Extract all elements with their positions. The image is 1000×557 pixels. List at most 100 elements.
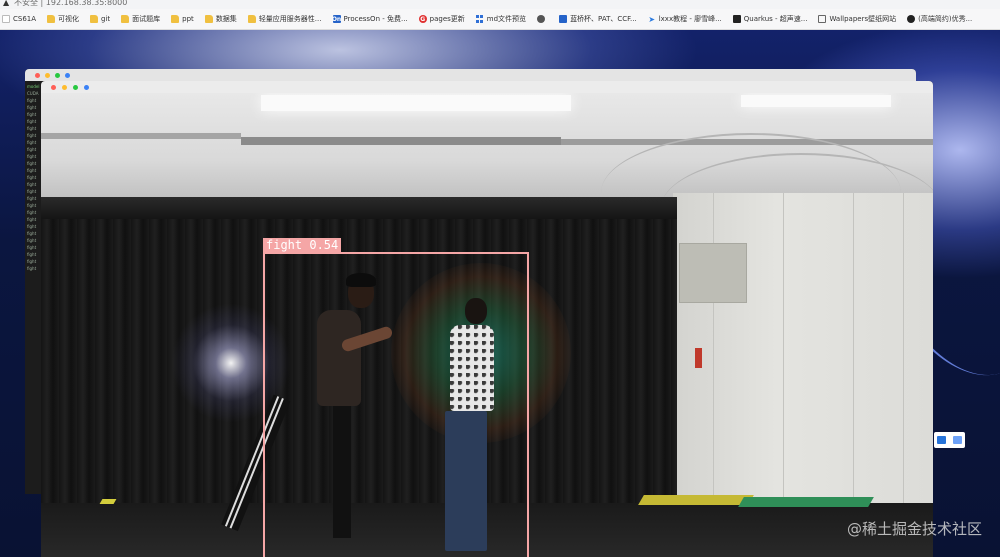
terminal-line: fight bbox=[27, 147, 37, 152]
terminal-line: fight bbox=[27, 203, 37, 208]
bookmark-git[interactable]: git bbox=[90, 15, 110, 23]
blue-square-icon bbox=[559, 15, 568, 23]
bookmark-lanqiao[interactable]: 蓝桥杯、PAT、CCF... bbox=[559, 14, 637, 24]
terminal-line: fight bbox=[27, 266, 37, 271]
terminal-line: fight bbox=[27, 133, 37, 138]
wall-seam bbox=[853, 193, 854, 513]
bookmark-label: ppt bbox=[182, 15, 194, 23]
bookmark-label: (高端简约)优秀... bbox=[918, 15, 973, 23]
ceiling-beam bbox=[241, 137, 561, 145]
folder-icon bbox=[47, 15, 56, 23]
terminal-line: fight bbox=[27, 98, 37, 103]
bookmark-label: Quarkus - 超声速... bbox=[743, 15, 808, 23]
minimize-button[interactable] bbox=[62, 84, 67, 90]
watermark: @稀土掘金技术社区 bbox=[846, 520, 982, 538]
terminal-line: fight bbox=[27, 245, 37, 250]
bookmark-label: CS61A bbox=[13, 15, 37, 23]
wall-panel bbox=[679, 243, 747, 303]
bookmark-label: 可视化 bbox=[58, 15, 80, 23]
bookmark-datasets[interactable]: 数据集 bbox=[204, 14, 237, 24]
terminal-output: model CUDA fight fight fight fight fight fight f… bbox=[27, 83, 41, 272]
terminal-line: fight bbox=[27, 224, 37, 229]
grid-icon[interactable] bbox=[952, 436, 962, 444]
bookmark-label: ProcessOn - 免费... bbox=[343, 15, 408, 23]
close-button[interactable] bbox=[35, 72, 40, 78]
close-button[interactable] bbox=[51, 84, 56, 90]
detection-score: 0.54 bbox=[309, 238, 339, 252]
bookmark-liaoxuefeng[interactable]: ➤ lxxx教程 - 廖雪峰... bbox=[648, 14, 722, 24]
shirt-icon[interactable] bbox=[937, 436, 947, 444]
globe-icon bbox=[537, 15, 546, 23]
paper-plane-icon: ➤ bbox=[648, 14, 656, 24]
grid-app-icon bbox=[475, 15, 484, 23]
folder-icon bbox=[90, 15, 99, 23]
maximize-button[interactable] bbox=[73, 84, 78, 90]
maximize-button[interactable] bbox=[55, 72, 60, 78]
ceiling-light bbox=[261, 95, 571, 111]
detection-box bbox=[263, 252, 529, 557]
bookmark-globe[interactable] bbox=[537, 15, 548, 23]
screen: ▲ 不安全 | 192.168.38.35:8000 CS61A 可视化 git… bbox=[0, 0, 1000, 557]
github-icon bbox=[907, 15, 916, 23]
terminal-line: fight bbox=[27, 168, 37, 173]
bookmark-server[interactable]: 轻量应用服务器性... bbox=[247, 14, 322, 24]
detection-class: fight bbox=[266, 238, 303, 252]
ceiling-beam bbox=[41, 133, 241, 139]
terminal-line: fight bbox=[27, 119, 37, 124]
bookmark-md-preview[interactable]: md文件预览 bbox=[475, 14, 527, 24]
bookmark-label: Wallpapers壁纸网站 bbox=[829, 15, 897, 23]
terminal-line: model bbox=[27, 84, 40, 89]
wall-seam bbox=[783, 193, 784, 513]
bookmark-label: 面试题库 bbox=[132, 15, 161, 23]
bookmark-pages[interactable]: G pages更新 bbox=[418, 14, 465, 24]
fire-alarm bbox=[695, 348, 702, 368]
terminal-line: fight bbox=[27, 112, 37, 117]
bookmark-github[interactable]: (高端简约)优秀... bbox=[907, 14, 972, 24]
detection-label: fight 0.54 bbox=[263, 238, 342, 252]
curtain-valance bbox=[41, 197, 677, 219]
address-text: 不安全 | 192.168.38.35:8000 bbox=[14, 0, 128, 7]
folder-icon bbox=[204, 15, 213, 23]
bookmark-label: 数据集 bbox=[215, 15, 237, 23]
terminal-line: fight bbox=[27, 259, 37, 264]
terminal-title-bar[interactable] bbox=[25, 69, 916, 81]
terminal-line: fight bbox=[27, 175, 37, 180]
floating-toolbar-widget[interactable] bbox=[934, 432, 965, 448]
bookmark-label: 蓝桥杯、PAT、CCF... bbox=[570, 15, 637, 23]
bookmark-label: git bbox=[101, 15, 111, 23]
terminal-line: fight bbox=[27, 231, 37, 236]
quarkus-icon bbox=[732, 15, 741, 23]
folder-icon bbox=[171, 15, 180, 23]
video-title-bar[interactable] bbox=[41, 81, 933, 93]
extra-button[interactable] bbox=[65, 72, 70, 78]
terminal-line: fight bbox=[27, 238, 37, 243]
bookmark-ppt[interactable]: ppt bbox=[171, 15, 194, 23]
bookmark-processon[interactable]: On ProcessOn - 免费... bbox=[331, 14, 408, 24]
terminal-line: fight bbox=[27, 161, 37, 166]
terminal-line: fight bbox=[27, 217, 37, 222]
server-folder-icon bbox=[247, 15, 256, 23]
terminal-line: CUDA bbox=[27, 91, 39, 96]
bookmark-interview[interactable]: 面试题库 bbox=[121, 14, 160, 24]
terminal-line: fight bbox=[27, 210, 37, 215]
wall-seam bbox=[713, 193, 714, 513]
processon-icon: On bbox=[331, 15, 342, 23]
video-window: fight 0.54 bbox=[41, 81, 933, 557]
terminal-line: fight bbox=[27, 252, 37, 257]
extra-button[interactable] bbox=[84, 84, 89, 90]
bookmark-cs61a[interactable]: CS61A bbox=[2, 15, 36, 23]
bookmark-quarkus[interactable]: Quarkus - 超声速... bbox=[732, 14, 808, 24]
bookmark-label: md文件预览 bbox=[486, 15, 527, 23]
ceiling-light bbox=[741, 95, 891, 107]
minimize-button[interactable] bbox=[45, 72, 50, 78]
bookmark-label: pages更新 bbox=[429, 15, 465, 23]
bookmark-visualization[interactable]: 可视化 bbox=[47, 14, 79, 24]
blank-page-icon bbox=[2, 15, 10, 23]
bookmark-wallpapers[interactable]: Wallpapers壁纸网站 bbox=[818, 14, 896, 24]
lock-icon: ▲ bbox=[3, 0, 10, 7]
terminal-line: fight bbox=[27, 196, 37, 201]
back-wall bbox=[673, 193, 933, 513]
address-bar[interactable]: ▲ 不安全 | 192.168.38.35:8000 bbox=[0, 0, 1000, 9]
bookmark-label: lxxx教程 - 廖雪峰... bbox=[658, 15, 722, 23]
folder-icon bbox=[121, 15, 130, 23]
